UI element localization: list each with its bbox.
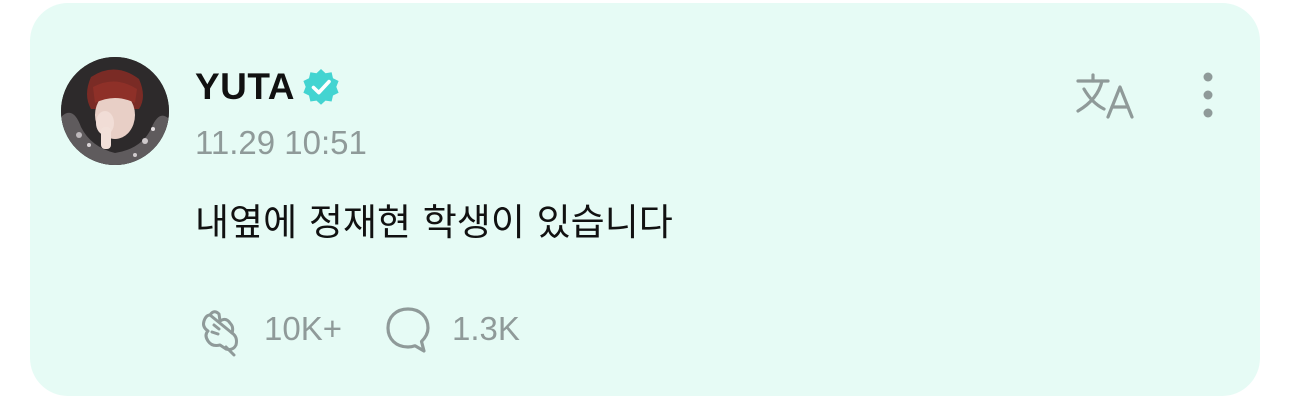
post-stats: 10K+ 1.3K	[192, 301, 520, 357]
comment-button[interactable]: 1.3K	[380, 301, 520, 357]
more-vertical-icon	[1188, 72, 1228, 131]
comments-count: 1.3K	[452, 310, 520, 347]
chat-bubble-icon	[380, 301, 436, 357]
post-timestamp: 11.29 10:51	[195, 124, 367, 161]
verified-badge-icon	[301, 67, 341, 107]
author-row: YUTA	[195, 63, 341, 111]
author-name[interactable]: YUTA	[195, 63, 295, 111]
post-message: 내옆에 정재현 학생이 있습니다	[195, 201, 673, 244]
more-options-button[interactable]	[1188, 67, 1228, 127]
translate-icon	[1072, 73, 1140, 129]
likes-count: 10K+	[264, 310, 342, 347]
like-button[interactable]: 10K+	[192, 301, 342, 357]
translate-button[interactable]	[1072, 69, 1140, 125]
avatar[interactable]	[61, 57, 169, 165]
post-card: YUTA 11.29 10:51 내옆에 정재현 학생이 있습니다 10K+ 1…	[30, 3, 1260, 396]
heart-hands-icon	[192, 301, 248, 357]
